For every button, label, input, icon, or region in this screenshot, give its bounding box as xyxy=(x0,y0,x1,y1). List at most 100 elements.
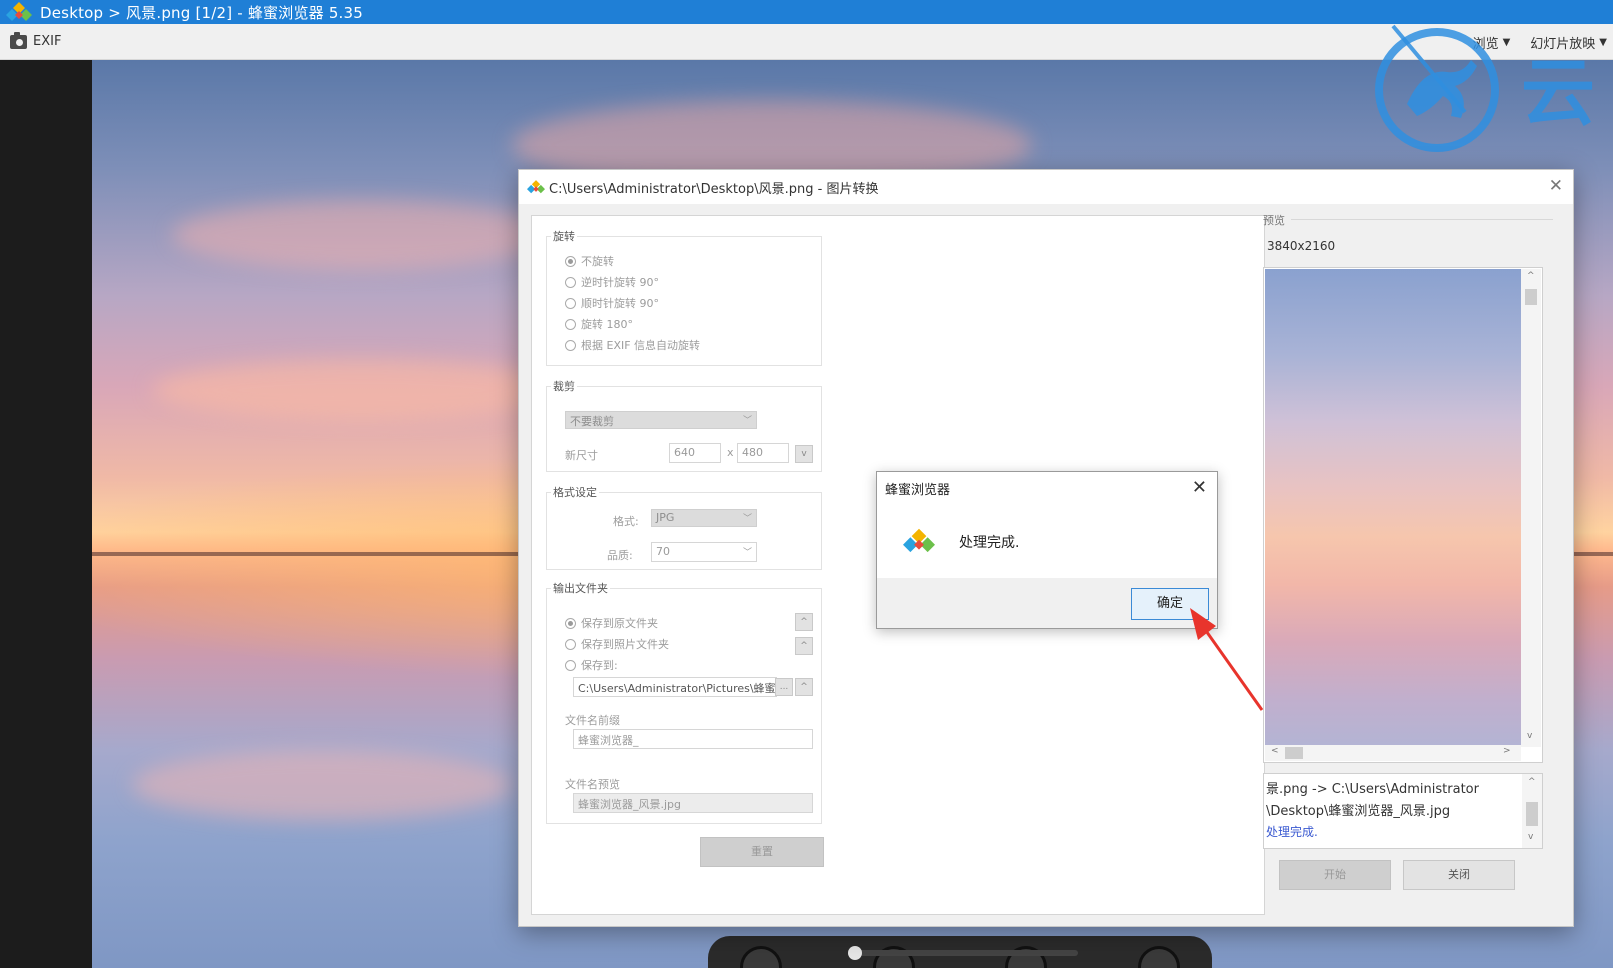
chevron-down-icon: ﹀ xyxy=(742,514,752,524)
start-button[interactable]: 开始 xyxy=(1279,860,1391,890)
app-logo-icon xyxy=(903,526,935,556)
rotate-option-none[interactable]: 不旋转 xyxy=(565,253,614,269)
radio-selected[interactable] xyxy=(565,255,576,267)
scroll-up-icon[interactable]: ^ xyxy=(1527,271,1535,281)
rotate-option-label: 不旋转 xyxy=(581,255,614,268)
log-line: \Desktop\蜂蜜浏览器_风景.jpg xyxy=(1266,804,1451,819)
new-size-label: 新尺寸 xyxy=(565,449,598,462)
nav-button[interactable] xyxy=(1137,946,1180,968)
seek-bar[interactable] xyxy=(848,946,1078,960)
window-title: Desktop > 风景.png [1/2] - 蜂蜜浏览器 5.35 xyxy=(40,3,364,22)
exif-label: EXIF xyxy=(33,34,62,49)
message-box-title: 蜂蜜浏览器 xyxy=(885,483,951,498)
divider xyxy=(1291,219,1553,220)
radio[interactable] xyxy=(565,339,576,351)
exif-button[interactable]: EXIF xyxy=(10,31,62,49)
format-group: 格式设定 格式: JPG ﹀ 品质: 70 ﹀ xyxy=(546,484,822,570)
preview-image xyxy=(1265,269,1521,747)
scroll-down-icon[interactable]: v xyxy=(1528,832,1533,842)
rotate-option-180[interactable]: 旋转 180° xyxy=(565,316,633,332)
format-value: JPG xyxy=(656,511,675,524)
viewer-toolbar: EXIF 浏览 ▼ 幻灯片放映 ▼ xyxy=(0,24,1613,60)
message-box-footer: 确定 xyxy=(877,578,1217,628)
preview-image-box: ^ v < > xyxy=(1263,267,1543,763)
output-path-input[interactable]: C:\Users\Administrator\Pictures\蜂蜜浏 xyxy=(573,677,777,697)
ok-button[interactable]: 确定 xyxy=(1131,588,1209,620)
prefix-input[interactable]: 蜂蜜浏览器_ xyxy=(573,729,813,749)
toolbar-right: 浏览 ▼ 幻灯片放映 ▼ xyxy=(1473,24,1607,60)
radio[interactable] xyxy=(565,297,576,309)
browse-menu[interactable]: 浏览 ▼ xyxy=(1473,33,1511,52)
crop-width-input[interactable]: 640 xyxy=(669,443,721,463)
scroll-right-icon[interactable]: > xyxy=(1503,746,1511,756)
chevron-down-icon: ﹀ xyxy=(742,548,752,558)
crop-mode-select[interactable]: 不要裁剪 ﹀ xyxy=(565,411,757,429)
radio-selected[interactable] xyxy=(565,617,576,629)
caret-down-icon: ▼ xyxy=(1599,36,1607,48)
log-line: 景.png -> C:\Users\Administrator xyxy=(1266,782,1479,797)
window-titlebar: Desktop > 风景.png [1/2] - 蜂蜜浏览器 5.35 xyxy=(0,0,1613,24)
scroll-thumb[interactable] xyxy=(1526,802,1538,826)
browse-folder-button[interactable]: ... xyxy=(775,678,793,696)
completion-message-box: 蜂蜜浏览器 ✕ 处理完成. 确定 xyxy=(876,471,1218,629)
close-icon[interactable]: ✕ xyxy=(1192,477,1207,498)
crop-height-input[interactable]: 480 xyxy=(737,443,789,463)
slideshow-label: 幻灯片放映 xyxy=(1530,36,1596,52)
log-scrollbar[interactable]: ^ v xyxy=(1522,774,1542,848)
close-button[interactable]: 关闭 xyxy=(1403,860,1515,890)
scroll-left-icon[interactable]: < xyxy=(1271,746,1279,756)
quality-value: 70 xyxy=(656,545,670,558)
size-preset-dropdown[interactable]: v xyxy=(795,445,813,463)
output-group-title: 输出文件夹 xyxy=(551,580,610,596)
message-text: 处理完成. xyxy=(959,535,1020,551)
format-select[interactable]: JPG ﹀ xyxy=(651,509,757,527)
seek-knob[interactable] xyxy=(848,946,862,960)
convert-dialog-title: C:\Users\Administrator\Desktop\风景.png - … xyxy=(549,181,879,197)
log-box: 景.png -> C:\Users\Administrator \Desktop… xyxy=(1263,773,1543,849)
radio[interactable] xyxy=(565,659,576,671)
radio[interactable] xyxy=(565,638,576,650)
rotate-option-label: 根据 EXIF 信息自动旋转 xyxy=(581,339,701,352)
quality-label: 品质: xyxy=(607,549,633,562)
preview-pane: 预览 3840x2160 ^ v < > 景.png -> C:\Users\A… xyxy=(1263,210,1559,920)
move-up-button[interactable]: ^ xyxy=(795,613,813,631)
rotate-group: 旋转 不旋转 逆时针旋转 90° 顺时针旋转 90° 旋转 180° 根据 EX… xyxy=(546,228,822,366)
quality-select[interactable]: 70 ﹀ xyxy=(651,542,757,562)
vertical-scrollbar[interactable]: ^ v xyxy=(1521,269,1541,747)
output-option-pictures[interactable]: 保存到照片文件夹 xyxy=(565,636,669,652)
reset-button[interactable]: 重置 xyxy=(700,837,824,867)
chevron-down-icon: ﹀ xyxy=(742,416,752,426)
close-icon[interactable]: ✕ xyxy=(1549,177,1563,195)
move-up-button[interactable]: ^ xyxy=(795,678,813,696)
output-option-custom[interactable]: 保存到: xyxy=(565,657,618,673)
filename-preview-field: 蜂蜜浏览器_风景.jpg xyxy=(573,793,813,813)
output-option-original[interactable]: 保存到原文件夹 xyxy=(565,615,658,631)
rotate-option-ccw90[interactable]: 逆时针旋转 90° xyxy=(565,274,659,290)
convert-dialog-titlebar: C:\Users\Administrator\Desktop\风景.png - … xyxy=(519,170,1573,204)
log-done-line: 处理完成. xyxy=(1266,825,1318,839)
rotate-option-label: 顺时针旋转 90° xyxy=(581,297,659,310)
bottom-navigation-bar xyxy=(708,936,1212,968)
cloud xyxy=(132,750,512,820)
horizontal-scrollbar[interactable]: < > xyxy=(1265,745,1521,761)
rotate-option-cw90[interactable]: 顺时针旋转 90° xyxy=(565,295,659,311)
radio[interactable] xyxy=(565,318,576,330)
scroll-thumb[interactable] xyxy=(1525,289,1537,305)
nav-button[interactable] xyxy=(740,946,782,968)
output-option-label: 保存到: xyxy=(581,659,618,672)
image-size-text: 3840x2160 xyxy=(1267,239,1336,253)
filename-preview-label: 文件名预览 xyxy=(565,778,620,791)
radio[interactable] xyxy=(565,276,576,288)
slideshow-menu[interactable]: 幻灯片放映 ▼ xyxy=(1530,33,1607,52)
app-logo-icon xyxy=(6,1,32,23)
browse-label: 浏览 xyxy=(1472,36,1499,52)
crop-group: 裁剪 不要裁剪 ﹀ 新尺寸 640 x 480 v xyxy=(546,378,822,472)
camera-icon xyxy=(10,31,27,49)
scroll-down-icon[interactable]: v xyxy=(1527,731,1532,741)
move-up-button[interactable]: ^ xyxy=(795,637,813,655)
rotate-option-exif[interactable]: 根据 EXIF 信息自动旋转 xyxy=(565,337,700,353)
format-label: 格式: xyxy=(613,515,639,528)
scroll-thumb[interactable] xyxy=(1285,747,1303,759)
scroll-up-icon[interactable]: ^ xyxy=(1528,777,1536,787)
crop-mode-value: 不要裁剪 xyxy=(570,415,614,428)
